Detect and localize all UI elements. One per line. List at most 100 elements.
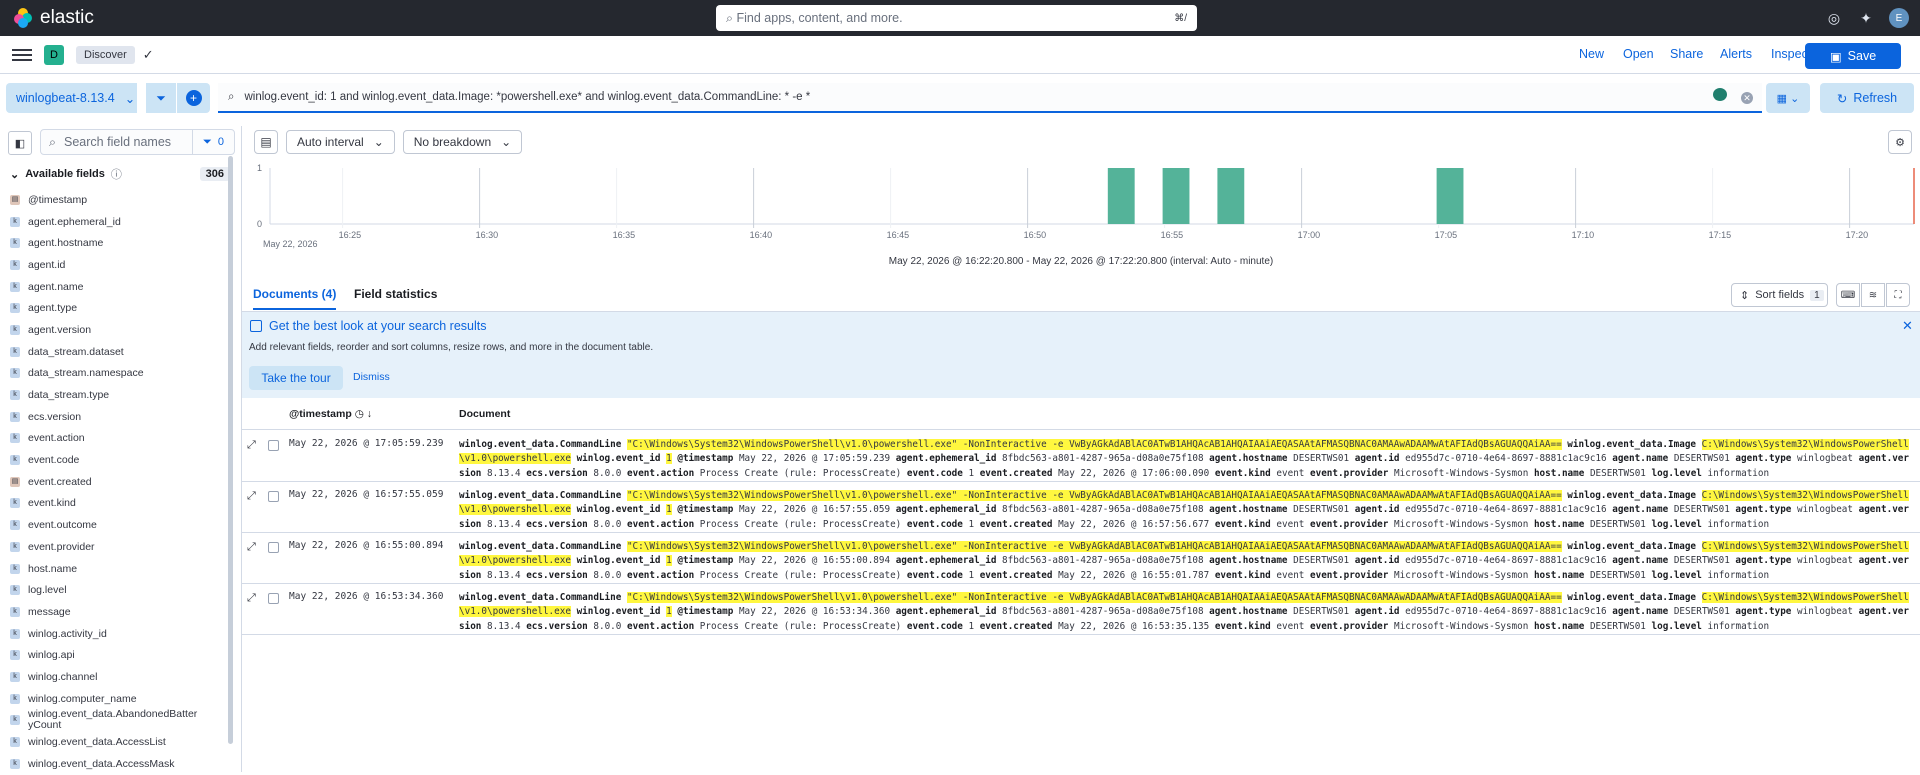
doc-key: agent.ephemeral_id <box>895 504 997 516</box>
field-list-item[interactable]: k event.outcome <box>10 514 225 536</box>
tab-field-statistics[interactable]: Field statistics <box>354 287 437 301</box>
elastic-logo[interactable]: elastic <box>12 7 94 29</box>
keyword-type-icon: k <box>10 368 20 379</box>
doc-value: 8.0.0 <box>593 620 622 632</box>
field-list-item[interactable]: k agent.version <box>10 319 225 341</box>
interval-select[interactable]: Auto interval ⌄ <box>286 130 395 154</box>
dismiss-button[interactable]: Dismiss <box>353 371 390 383</box>
breakdown-select[interactable]: No breakdown ⌄ <box>402 130 523 154</box>
doc-value: winlogbeat <box>1797 504 1853 516</box>
sidebar-scrollbar[interactable] <box>228 156 233 744</box>
x-tick-label: 17:00 <box>1298 230 1321 240</box>
field-list-item[interactable]: k agent.ephemeral_id <box>10 211 225 233</box>
table-row[interactable]: ⤢ May 22, 2026 @ 16:53:34.360 winlog.event… <box>242 584 1920 635</box>
data-view-selector[interactable]: winlogbeat-8.13.4 ⌄ <box>6 83 137 113</box>
doc-key: winlog.event_data.CommandLine <box>459 490 622 501</box>
take-tour-button[interactable]: Take the tour <box>249 366 343 390</box>
field-name: @timestamp <box>28 193 88 206</box>
field-list-item[interactable]: k winlog.event_data.AccessMask <box>10 753 225 775</box>
column-header-timestamp[interactable]: @timestamp ◷ ↓ <box>289 408 372 420</box>
sort-desc-icon[interactable]: ↓ <box>367 408 372 420</box>
doc-value: 8.13.4 <box>487 620 521 632</box>
user-avatar[interactable]: E <box>1889 8 1909 28</box>
field-list-item[interactable]: ▤ event.created <box>10 471 225 493</box>
field-name: winlog.event_data.AccessMask <box>28 757 175 770</box>
field-list-item[interactable]: k event.action <box>10 428 225 450</box>
row-checkbox[interactable] <box>268 593 279 604</box>
doc-key: winlog.event_data.CommandLine <box>459 541 622 552</box>
doc-key: event.kind <box>1214 569 1271 581</box>
expand-row-icon[interactable]: ⤢ <box>247 592 256 605</box>
expand-row-icon[interactable]: ⤢ <box>247 439 256 452</box>
doc-key: agent.ephemeral_id <box>895 453 997 465</box>
field-list-item[interactable]: k agent.hostname <box>10 232 225 254</box>
alerts-link[interactable]: Alerts <box>1720 47 1752 61</box>
space-selector[interactable]: D <box>44 44 64 65</box>
new-link[interactable]: New <box>1579 47 1604 61</box>
news-feed-icon[interactable]: ✦ <box>1856 8 1876 28</box>
row-checkbox[interactable] <box>268 440 279 451</box>
row-checkbox[interactable] <box>268 491 279 502</box>
keyword-type-icon: k <box>10 563 20 574</box>
field-list-item[interactable]: k winlog.api <box>10 644 225 666</box>
doc-value: ed955d7c-0710-4e64-8697-8881c1ac9c16 <box>1405 504 1607 516</box>
close-icon[interactable]: ✕ <box>1902 318 1913 334</box>
doc-value: DESERTWS01 <box>1293 555 1350 567</box>
expand-row-icon[interactable]: ⤢ <box>247 490 256 503</box>
doc-key: agent.name <box>1612 504 1669 516</box>
date-picker-button[interactable]: ▦ ⌄ <box>1766 83 1810 113</box>
field-list-item[interactable]: k host.name <box>10 558 225 580</box>
field-list-item[interactable]: k log.level <box>10 579 225 601</box>
column-header-document[interactable]: Document <box>459 408 510 420</box>
field-list-item[interactable]: k winlog.channel <box>10 666 225 688</box>
table-row[interactable]: ⤢ May 22, 2026 @ 17:05:59.239 winlog.event… <box>242 431 1920 482</box>
assistant-icon[interactable] <box>1713 88 1727 101</box>
doc-value: 1 <box>666 504 672 516</box>
histogram-toggle-icon[interactable]: ▤ <box>254 130 278 154</box>
share-link[interactable]: Share <box>1670 47 1703 61</box>
field-list-item[interactable]: k event.code <box>10 449 225 471</box>
help-icon[interactable]: ◎ <box>1824 8 1844 28</box>
tab-documents[interactable]: Documents (4) <box>253 287 337 310</box>
row-checkbox[interactable] <box>268 542 279 553</box>
display-options-icon[interactable]: ≋ <box>1861 283 1885 307</box>
field-list-item[interactable]: k winlog.event_data.AbandonedBatteryCount <box>10 709 225 732</box>
doc-key: agent.hostname <box>1209 504 1288 516</box>
filter-icon[interactable]: ⏷ <box>146 83 176 113</box>
field-list-item[interactable]: k event.provider <box>10 536 225 558</box>
query-input[interactable]: ⌕ winlog.event_id: 1 and winlog.event_da… <box>218 83 1762 113</box>
plus-icon: + <box>185 90 202 106</box>
sort-icon: ⇕ <box>1740 289 1750 302</box>
sidebar-collapse-icon[interactable]: ◧ <box>8 131 32 155</box>
table-row[interactable]: ⤢ May 22, 2026 @ 16:57:55.059 winlog.event… <box>242 482 1920 533</box>
field-list-item[interactable]: k message <box>10 601 225 623</box>
global-search-input[interactable]: ⌕ Find apps, content, and more. ⌘/ <box>716 5 1197 31</box>
chart-options-icon[interactable]: ⚙ <box>1888 130 1912 154</box>
table-row[interactable]: ⤢ May 22, 2026 @ 16:55:00.894 winlog.event… <box>242 533 1920 584</box>
field-list-item[interactable]: k winlog.activity_id <box>10 623 225 645</box>
save-icon: ▣ <box>1829 49 1842 64</box>
save-button[interactable]: ▣ Save <box>1805 43 1901 69</box>
field-list-item[interactable]: k event.kind <box>10 493 225 515</box>
keyboard-icon[interactable]: ⌨ <box>1836 283 1860 307</box>
available-fields-header[interactable]: ⌄ Available fields ⓘ 306 <box>10 166 230 182</box>
field-list-item[interactable]: k ecs.version <box>10 406 225 428</box>
open-link[interactable]: Open <box>1623 47 1654 61</box>
field-search-input[interactable]: ⌕ Search field names ⏷ 0 <box>40 129 235 155</box>
field-list-item[interactable]: ▤ @timestamp <box>10 189 225 211</box>
expand-row-icon[interactable]: ⤢ <box>247 541 256 554</box>
fullscreen-icon[interactable]: ⛶ <box>1886 283 1910 307</box>
field-list-item[interactable]: k data_stream.namespace <box>10 363 225 385</box>
clear-query-icon[interactable]: ✕ <box>1741 92 1753 104</box>
menu-toggle-icon[interactable] <box>12 48 32 61</box>
field-filter-button[interactable]: ⏷ 0 <box>192 130 234 154</box>
field-list-item[interactable]: k data_stream.dataset <box>10 341 225 363</box>
field-list-item[interactable]: k agent.type <box>10 297 225 319</box>
field-list-item[interactable]: k winlog.computer_name <box>10 688 225 710</box>
field-list-item[interactable]: k agent.name <box>10 276 225 298</box>
field-list-item[interactable]: k winlog.event_data.AccessList <box>10 731 225 753</box>
sort-fields-button[interactable]: ⇕ Sort fields 1 <box>1731 283 1828 307</box>
add-filter-button[interactable]: + <box>177 83 210 113</box>
field-list-item[interactable]: k data_stream.type <box>10 384 225 406</box>
refresh-button[interactable]: ↻ Refresh <box>1820 83 1914 113</box>
